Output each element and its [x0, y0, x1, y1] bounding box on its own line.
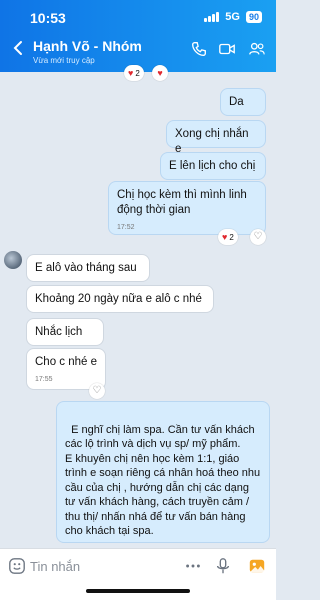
reaction-count: 2	[229, 232, 234, 242]
heart-icon: ♥	[128, 68, 134, 78]
battery-icon: 90	[245, 11, 262, 23]
message-text: Da	[229, 96, 244, 108]
status-time: 10:53	[30, 10, 66, 26]
message-bubble[interactable]: Xong chị nhắn e	[166, 120, 266, 155]
network-label: 5G	[225, 11, 240, 23]
reaction-badge[interactable]: ♥ 2	[218, 229, 238, 245]
message-text: Cho c nhé e	[35, 356, 98, 368]
status-bar: 10:53 5G 90	[0, 0, 276, 36]
message-text: E alô vào tháng sau	[35, 262, 137, 274]
home-indicator	[86, 589, 190, 593]
heart-icon: ♥	[222, 232, 228, 242]
reaction-heart-button[interactable]: ♥	[152, 65, 168, 81]
image-icon[interactable]	[248, 557, 266, 575]
message-bubble[interactable]: Nhắc lịch	[26, 318, 104, 346]
avatar[interactable]	[4, 251, 22, 269]
phone-icon[interactable]	[190, 40, 208, 58]
message-text: Xong chị nhắn e	[175, 128, 249, 155]
message-bubble[interactable]: Chị học kèm thì mình linh động thời gian…	[108, 181, 266, 235]
signal-icon	[204, 12, 220, 22]
message-bubble[interactable]: Khoảng 20 ngày nữa e alô c nhé	[26, 285, 214, 313]
reaction-heart-button[interactable]: ♡	[250, 229, 266, 245]
video-icon[interactable]	[218, 40, 236, 58]
message-bubble[interactable]: Da	[220, 88, 266, 116]
more-icon[interactable]	[184, 557, 202, 575]
message-input[interactable]	[30, 555, 170, 577]
reaction-count: 2	[135, 68, 140, 78]
message-text: E nghĩ chị làm spa. Cần tư vấn khách các…	[65, 423, 261, 538]
message-text: Chị học kèm thì mình linh động thời gian	[117, 189, 247, 216]
message-text: E lên lịch cho chị	[169, 160, 256, 172]
chat-subtitle: Vừa mới truy cập	[33, 56, 95, 65]
back-chevron-icon[interactable]	[8, 38, 28, 58]
group-icon[interactable]	[248, 40, 266, 58]
chat-header: 10:53 5G 90 Hạnh Võ - Nhóm Vừa mới truy …	[0, 0, 276, 72]
message-bubble[interactable]: E lên lịch cho chị	[160, 152, 266, 180]
message-time: 17:55	[35, 376, 53, 383]
message-bubble[interactable]: E alô vào tháng sau	[26, 254, 150, 282]
status-indicators: 5G 90	[204, 11, 262, 23]
microphone-icon[interactable]	[214, 557, 232, 575]
message-bubble[interactable]: E nghĩ chị làm spa. Cần tư vấn khách các…	[56, 401, 270, 543]
message-text: Khoảng 20 ngày nữa e alô c nhé	[35, 293, 202, 305]
message-text: Nhắc lịch	[35, 326, 83, 338]
reaction-badge[interactable]: ♥ 2	[124, 65, 144, 81]
sticker-icon[interactable]	[8, 557, 26, 575]
reaction-heart-button[interactable]: ♡	[89, 383, 105, 399]
chat-title[interactable]: Hạnh Võ - Nhóm	[33, 38, 142, 54]
